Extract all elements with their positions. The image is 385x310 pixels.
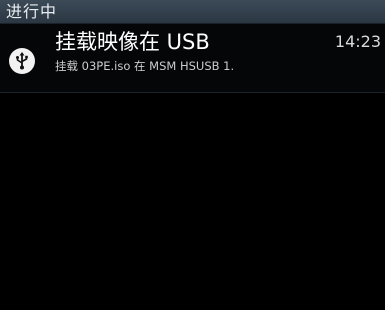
notification-time: 14:23 [334, 32, 381, 51]
notification-text: 挂载 03PE.iso 在 MSM HSUSB 1. [55, 59, 235, 73]
ongoing-section-header: 进行中 [0, 0, 385, 24]
usb-icon [9, 48, 35, 74]
usb-mount-notification[interactable]: 挂载映像在 USB 14:23 挂载 03PE.iso 在 MSM HSUSB … [0, 24, 385, 93]
notification-title: 挂载映像在 USB [55, 30, 210, 54]
notification-panel: 进行中 挂载映像在 USB 14:23 挂载 03PE.iso 在 MSM HS… [0, 0, 385, 310]
section-title: 进行中 [6, 2, 58, 21]
